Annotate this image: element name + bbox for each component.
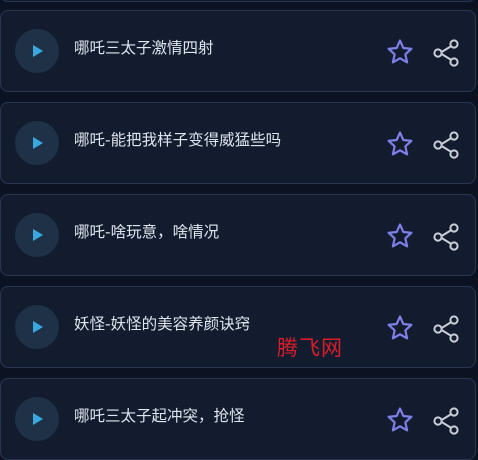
share-icon[interactable]: [431, 130, 461, 160]
play-button[interactable]: [15, 305, 59, 349]
star-outline-icon[interactable]: [386, 222, 414, 250]
play-icon: [33, 45, 43, 57]
share-icon[interactable]: [431, 38, 461, 68]
item-title: 哪吒三太子激情四射: [74, 39, 214, 57]
star-outline-icon[interactable]: [386, 130, 414, 158]
item-title: 妖怪-妖怪的美容养颜诀窍: [74, 315, 251, 333]
play-button[interactable]: [15, 121, 59, 165]
item-title: 哪吒-能把我样子变得威猛些吗: [74, 131, 282, 149]
list-item[interactable]: 哪吒-啥玩意，啥情况: [0, 194, 476, 276]
star-outline-icon[interactable]: [386, 314, 414, 342]
watermark: 腾飞网: [277, 336, 343, 360]
list-item[interactable]: 妖怪-妖怪的美容养颜诀窍: [0, 286, 476, 368]
list-item[interactable]: 哪吒三太子起冲突，抢怪: [0, 378, 476, 460]
share-icon[interactable]: [431, 222, 461, 252]
play-button[interactable]: [15, 397, 59, 441]
item-title: 哪吒-啥玩意，啥情况: [74, 223, 220, 241]
list-item[interactable]: 哪吒-能把我样子变得威猛些吗: [0, 102, 476, 184]
star-outline-icon[interactable]: [386, 38, 414, 66]
star-outline-icon[interactable]: [386, 406, 414, 434]
share-icon[interactable]: [431, 314, 461, 344]
play-button[interactable]: [15, 213, 59, 257]
share-icon[interactable]: [431, 406, 461, 436]
play-icon: [33, 413, 43, 425]
list-item[interactable]: 哪吒三太子激情四射: [0, 10, 476, 92]
play-icon: [33, 321, 43, 333]
item-title: 哪吒三太子起冲突，抢怪: [74, 407, 245, 425]
play-icon: [33, 229, 43, 241]
list-item[interactable]: [0, 0, 476, 2]
play-icon: [33, 137, 43, 149]
play-button[interactable]: [15, 29, 59, 73]
